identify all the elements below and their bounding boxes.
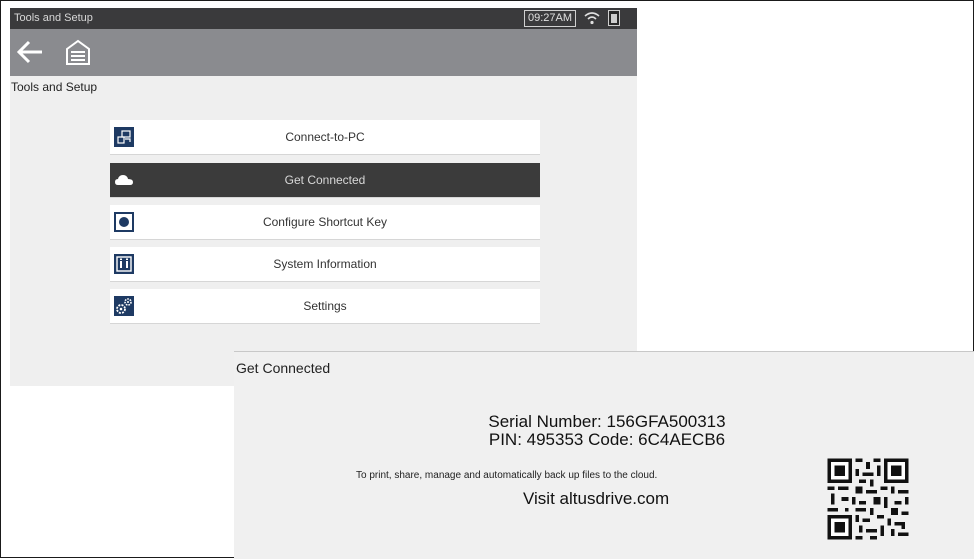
serial-number: Serial Number: 156GFA500313	[234, 412, 974, 432]
status-bar-title: Tools and Setup	[14, 12, 93, 24]
back-arrow-icon[interactable]	[16, 39, 44, 65]
visit-website: Visit altusdrive.com	[523, 489, 670, 508]
wifi-icon	[584, 12, 600, 25]
menu-item-label: Settings	[303, 299, 347, 313]
menu-item-get-connected[interactable]: Get Connected	[110, 163, 540, 198]
menu-item-label: Connect-to-PC	[285, 130, 365, 144]
cloud-description: To print, share, manage and automaticall…	[356, 470, 658, 481]
menu-item-system-information[interactable]: System Information	[110, 247, 540, 282]
panel-title: Get Connected	[236, 360, 331, 376]
battery-icon	[608, 10, 620, 26]
status-bar: Tools and Setup 09:27AM	[10, 8, 637, 29]
menu-item-label: Get Connected	[284, 173, 366, 187]
device-screen: Tools and Setup 09:27AM Tools and Setup …	[10, 8, 637, 386]
get-connected-panel: Get Connected Serial Number: 156GFA50031…	[234, 351, 974, 559]
pin-code: PIN: 495353 Code: 6C4AECB6	[234, 430, 974, 450]
pin-code-text: PIN: 495353 Code: 6C4AECB6	[488, 430, 726, 449]
menu-item-connect-to-pc[interactable]: Connect-to-PC	[110, 120, 540, 155]
menu-item-settings[interactable]: Settings	[110, 289, 540, 324]
qr-code	[824, 455, 912, 543]
menu-item-label: System Information	[273, 257, 377, 271]
serial-number-text: Serial Number: 156GFA500313	[488, 412, 726, 431]
status-time: 09:27AM	[524, 10, 577, 27]
menu-item-label: Configure Shortcut Key	[262, 215, 388, 229]
page-title: Tools and Setup	[11, 80, 98, 94]
nav-bar	[10, 29, 637, 76]
home-garage-icon[interactable]	[65, 38, 91, 66]
menu-item-configure-shortcut-key[interactable]: Configure Shortcut Key	[110, 205, 540, 240]
